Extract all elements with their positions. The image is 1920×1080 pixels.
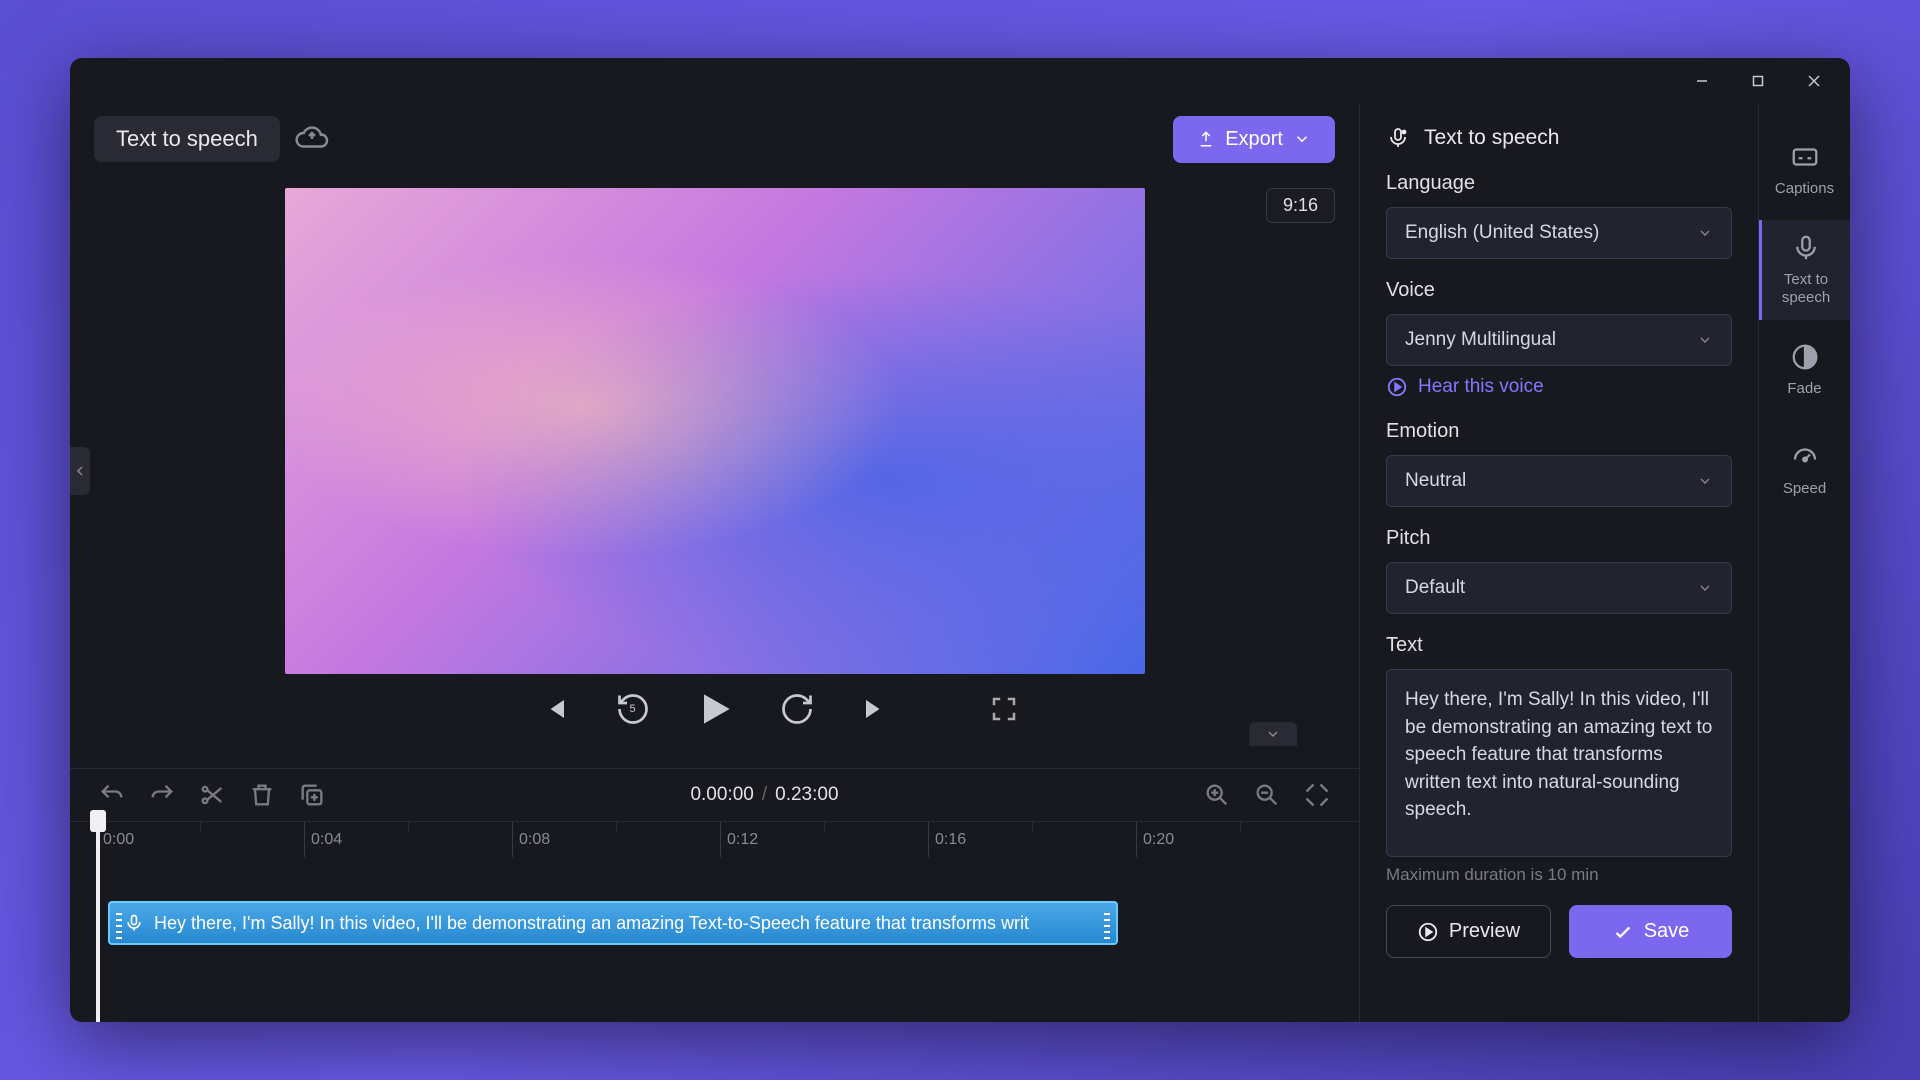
mic-icon [124, 913, 144, 933]
tts-clip[interactable]: Hey there, I'm Sally! In this video, I'l… [108, 901, 1118, 945]
video-preview[interactable] [285, 188, 1145, 674]
aspect-ratio-badge[interactable]: 9:16 [1266, 188, 1335, 223]
play-circle-icon [1386, 376, 1408, 398]
skip-end-button[interactable] [857, 691, 893, 727]
fade-icon [1790, 342, 1820, 372]
fit-button[interactable] [1303, 781, 1331, 809]
language-select[interactable]: English (United States) [1386, 207, 1732, 259]
tts-text-input[interactable] [1386, 669, 1732, 857]
ruler-tick: 0:20 [1136, 822, 1174, 857]
timeline: 0.00:00 / 0.23:00 0:00 0:04 0:08 [70, 768, 1359, 1022]
play-circle-icon [1417, 921, 1439, 943]
language-label: Language [1386, 172, 1732, 195]
save-button[interactable]: Save [1569, 905, 1732, 958]
captions-icon [1790, 142, 1820, 172]
tab-speed[interactable]: Speed [1759, 420, 1850, 520]
app-window: Text to speech Export 9:16 [70, 58, 1850, 1022]
current-time: 0.00:00 [690, 784, 753, 806]
zoom-out-button[interactable] [1253, 781, 1281, 809]
skip-start-button[interactable] [537, 691, 573, 727]
timeline-time: 0.00:00 / 0.23:00 [348, 784, 1181, 806]
maximize-button[interactable] [1730, 62, 1786, 100]
mic-icon [1386, 126, 1410, 150]
tab-fade[interactable]: Fade [1759, 320, 1850, 420]
tab-text-to-speech[interactable]: Text to speech [1759, 220, 1850, 320]
collapse-left-button[interactable] [70, 447, 90, 495]
side-tabs: Captions Text to speech Fade Speed [1758, 104, 1850, 1022]
speed-icon [1790, 442, 1820, 472]
ruler-tick: 0:08 [512, 822, 550, 857]
topbar: Text to speech Export [70, 104, 1359, 174]
emotion-label: Emotion [1386, 420, 1732, 443]
fullscreen-button[interactable] [989, 694, 1019, 724]
split-button[interactable] [198, 781, 226, 809]
emotion-select[interactable]: Neutral [1386, 455, 1732, 507]
playhead[interactable] [96, 818, 100, 1022]
redo-button[interactable] [148, 781, 176, 809]
left-pane: Text to speech Export 9:16 [70, 104, 1360, 1022]
voice-select[interactable]: Jenny Multilingual [1386, 314, 1732, 366]
time-separator: / [762, 784, 767, 806]
export-label: Export [1225, 128, 1283, 151]
total-time: 0.23:00 [775, 784, 838, 806]
app-body: Text to speech Export 9:16 [70, 104, 1850, 1022]
check-icon [1612, 921, 1634, 943]
cloud-sync-icon[interactable] [294, 121, 330, 157]
delete-button[interactable] [248, 781, 276, 809]
duplicate-button[interactable] [298, 781, 326, 809]
hear-voice-button[interactable]: Hear this voice [1386, 376, 1732, 398]
ruler-tick: 0:16 [928, 822, 966, 857]
text-label: Text [1386, 634, 1732, 657]
chevron-down-icon [1697, 225, 1713, 241]
properties-panel: Text to speech Language English (United … [1360, 104, 1758, 1022]
timeline-toolbar: 0.00:00 / 0.23:00 [70, 769, 1359, 821]
preview-button[interactable]: Preview [1386, 905, 1551, 958]
pitch-label: Pitch [1386, 527, 1732, 550]
close-button[interactable] [1786, 62, 1842, 100]
undo-button[interactable] [98, 781, 126, 809]
titlebar [70, 58, 1850, 104]
forward-5-button[interactable] [779, 691, 815, 727]
mic-icon [1791, 233, 1821, 263]
tab-captions[interactable]: Captions [1759, 120, 1850, 220]
ruler-tick: 0:04 [304, 822, 342, 857]
mode-pill[interactable]: Text to speech [94, 116, 280, 162]
collapse-timeline-button[interactable] [1249, 722, 1297, 746]
preview-area: 9:16 5 [70, 174, 1359, 768]
panel-actions: Preview Save [1386, 905, 1732, 958]
panel-title: Text to speech [1386, 126, 1732, 150]
minimize-button[interactable] [1674, 62, 1730, 100]
pitch-select[interactable]: Default [1386, 562, 1732, 614]
chevron-down-icon [1697, 473, 1713, 489]
export-button[interactable]: Export [1173, 116, 1335, 163]
transport-controls: 5 [70, 674, 1359, 744]
rewind-5-button[interactable]: 5 [615, 691, 651, 727]
timeline-ruler[interactable]: 0:00 0:04 0:08 0:12 0:16 0:20 [70, 821, 1359, 857]
timeline-tracks[interactable]: Hey there, I'm Sally! In this video, I'l… [70, 857, 1359, 1022]
voice-label: Voice [1386, 279, 1732, 302]
chevron-down-icon [1697, 332, 1713, 348]
clip-text: Hey there, I'm Sally! In this video, I'l… [154, 913, 1029, 934]
zoom-in-button[interactable] [1203, 781, 1231, 809]
ruler-tick: 0:12 [720, 822, 758, 857]
play-button[interactable] [693, 687, 737, 731]
duration-hint: Maximum duration is 10 min [1386, 865, 1732, 885]
chevron-down-icon [1697, 580, 1713, 596]
